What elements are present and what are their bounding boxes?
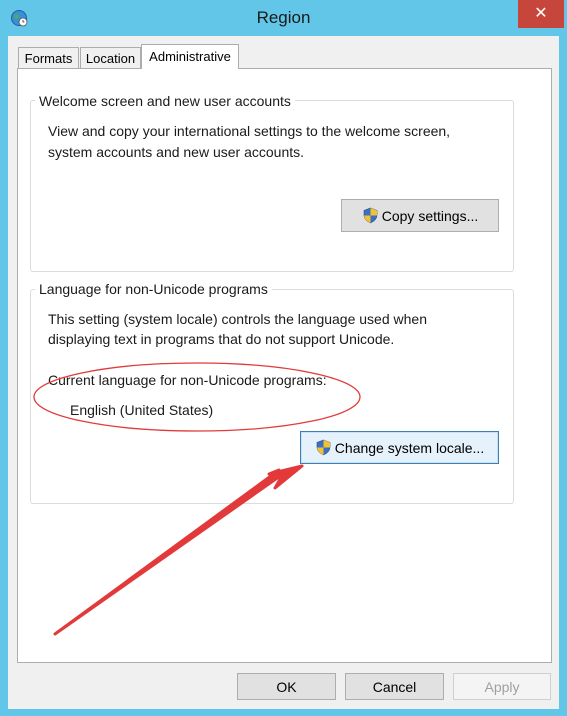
current-language-value: English (United States) (70, 402, 214, 418)
tab-formats[interactable]: Formats (18, 47, 79, 68)
apply-button[interactable]: Apply (453, 673, 551, 700)
welcome-description-line2: system accounts and new user accounts. (48, 144, 305, 160)
non-unicode-group-title: Language for non-Unicode programs (35, 280, 272, 298)
welcome-description-line1: View and copy your international setting… (48, 123, 451, 139)
non-unicode-description-line2: displaying text in programs that do not … (48, 331, 395, 347)
uac-shield-icon (315, 439, 332, 456)
close-button[interactable]: ✕ (518, 0, 564, 28)
copy-settings-button[interactable]: Copy settings... (341, 199, 499, 232)
window-title: Region (256, 8, 311, 27)
change-system-locale-label: Change system locale... (334, 439, 485, 456)
cancel-button[interactable]: Cancel (345, 673, 444, 700)
close-icon: ✕ (534, 5, 548, 22)
copy-settings-label: Copy settings... (381, 207, 479, 224)
tab-location[interactable]: Location (80, 47, 141, 68)
tab-administrative[interactable]: Administrative (141, 44, 239, 69)
change-system-locale-button[interactable]: Change system locale... (300, 431, 499, 464)
uac-shield-icon (362, 207, 379, 224)
welcome-group-title: Welcome screen and new user accounts (35, 92, 295, 110)
non-unicode-description-line1: This setting (system locale) controls th… (48, 311, 427, 327)
ok-button[interactable]: OK (237, 673, 336, 700)
current-language-label: Current language for non-Unicode program… (48, 372, 327, 388)
